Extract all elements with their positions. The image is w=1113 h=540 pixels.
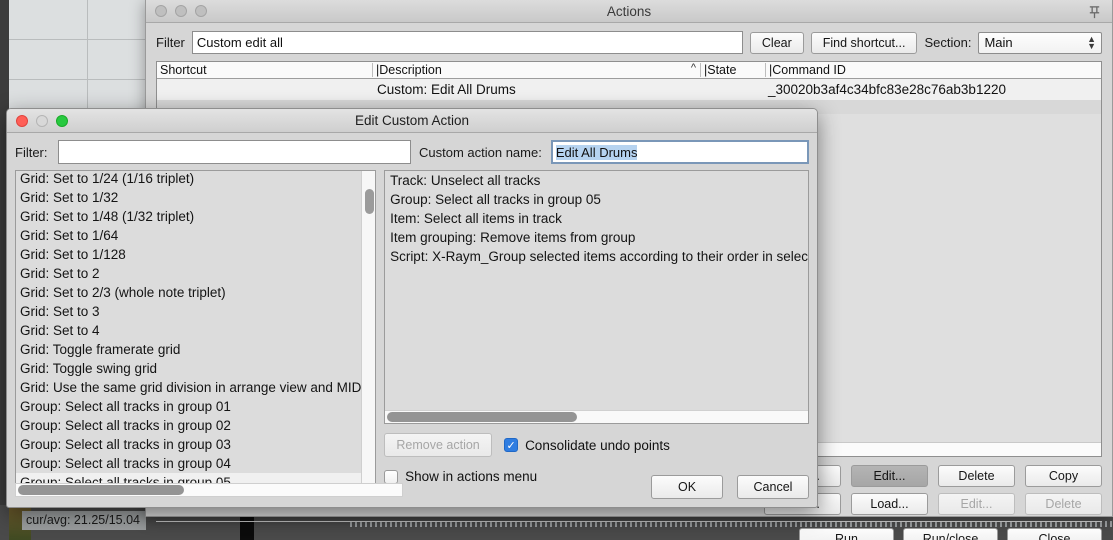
edit-controls-row-1: Remove action ✓ Consolidate undo points xyxy=(384,433,809,457)
list-item[interactable]: Grid: Set to 1/48 (1/32 triplet) xyxy=(16,207,361,226)
filter-input[interactable]: Custom edit all xyxy=(191,31,743,54)
list-item[interactable]: Grid: Set to 1/64 xyxy=(16,226,361,245)
available-actions-vscrollbar-thumb[interactable] xyxy=(365,189,375,214)
actions-window-titlebar[interactable]: Actions xyxy=(146,0,1112,23)
divider xyxy=(156,521,1102,522)
custom-action-steps-list[interactable]: Track: Unselect all tracks Group: Select … xyxy=(384,170,809,424)
list-item[interactable]: Item grouping: Remove items from group xyxy=(385,228,808,247)
actions-window-traffic-lights[interactable] xyxy=(146,5,207,17)
list-item[interactable]: Group: Select all tracks in group 04 xyxy=(16,454,361,473)
edit-custom-action-button[interactable]: Edit... xyxy=(851,465,928,487)
list-item[interactable]: Group: Select all tracks in group 05 xyxy=(385,190,808,209)
column-header-state[interactable]: |State xyxy=(700,63,765,77)
edit-custom-action-dialog[interactable]: Edit Custom Action Filter: Custom action… xyxy=(6,108,818,508)
cancel-button[interactable]: Cancel xyxy=(737,475,809,499)
edit-dialog-top-row: Filter: Custom action name: Edit All Dru… xyxy=(7,133,817,170)
zoom-button-icon[interactable] xyxy=(195,5,207,17)
minimize-button-icon[interactable] xyxy=(36,114,48,127)
edit-filter-input[interactable] xyxy=(57,140,411,164)
performance-meter-label: cur/avg: 21.25/15.04 xyxy=(22,511,146,530)
filter-label: Filter xyxy=(156,35,185,50)
custom-action-name-group: Custom action name: Edit All Drums xyxy=(419,140,809,164)
custom-action-name-label: Custom action name: xyxy=(419,144,542,160)
copy-custom-action-button[interactable]: Copy xyxy=(1025,465,1102,487)
cell-command-id: _30020b3af4c34bfc83e28c76ab3b1220 xyxy=(768,82,1006,97)
edit-dialog-title: Edit Custom Action xyxy=(354,113,470,128)
section-dropdown[interactable]: Main ▲ ▼ xyxy=(978,31,1102,54)
zoom-button-icon[interactable] xyxy=(56,114,68,127)
cell-description: Custom: Edit All Drums xyxy=(377,82,516,97)
available-actions-vscrollbar[interactable] xyxy=(361,171,376,483)
close-button[interactable]: Close xyxy=(1007,528,1102,540)
consolidate-undo-points-label: Consolidate undo points xyxy=(525,437,670,453)
edit-dialog-main: Grid: Set to 1/24 (1/16 triplet) Grid: Se… xyxy=(7,170,817,484)
available-actions-hscrollbar-thumb[interactable] xyxy=(18,485,184,495)
close-button-icon[interactable] xyxy=(155,5,167,17)
list-item[interactable]: Grid: Use the same grid division in arra… xyxy=(16,378,361,397)
list-item[interactable]: Grid: Set to 1/24 (1/16 triplet) xyxy=(16,171,361,188)
ok-button[interactable]: OK xyxy=(651,475,723,499)
edit-filter-label: Filter: xyxy=(15,144,48,160)
minimize-button-icon[interactable] xyxy=(175,5,187,17)
pin-icon[interactable] xyxy=(1084,2,1104,22)
show-in-actions-menu-label: Show in actions menu xyxy=(405,469,538,484)
list-item[interactable]: Grid: Set to 4 xyxy=(16,321,361,340)
list-item[interactable]: Grid: Set to 2/3 (whole note triplet) xyxy=(16,283,361,302)
custom-action-name-input[interactable]: Edit All Drums xyxy=(550,140,809,164)
list-item[interactable]: Track: Unselect all tracks xyxy=(385,171,808,190)
edit-dialog-traffic-lights[interactable] xyxy=(7,114,68,127)
list-item[interactable]: Grid: Set to 1/128 xyxy=(16,245,361,264)
consolidate-undo-points-checkbox[interactable]: ✓ Consolidate undo points xyxy=(504,438,670,453)
list-item[interactable]: Grid: Set to 1/32 xyxy=(16,188,361,207)
edit-dialog-titlebar[interactable]: Edit Custom Action xyxy=(7,109,817,133)
actions-table-header[interactable]: Shortcut |Description ^ |State |Command … xyxy=(157,62,1101,79)
list-item[interactable]: Script: X-Raym_Group selected items acco… xyxy=(385,247,808,266)
find-shortcut-button[interactable]: Find shortcut... xyxy=(810,31,918,54)
available-actions-list[interactable]: Grid: Set to 1/24 (1/16 triplet) Grid: Se… xyxy=(15,170,377,484)
available-actions-list-items[interactable]: Grid: Set to 1/24 (1/16 triplet) Grid: Se… xyxy=(16,171,362,483)
actions-filter-row: Filter Custom edit all Clear Find shortc… xyxy=(146,23,1112,61)
column-header-command-id[interactable]: |Command ID xyxy=(765,63,1101,77)
list-item[interactable]: Grid: Toggle swing grid xyxy=(16,359,361,378)
edit-dialog-right-column: Track: Unselect all tracks Group: Select … xyxy=(384,170,809,484)
section-label: Section: xyxy=(924,35,972,50)
list-item[interactable]: Grid: Toggle framerate grid xyxy=(16,340,361,359)
edit-dialog-action-buttons: OK Cancel xyxy=(651,475,809,499)
list-item[interactable]: Grid: Set to 2 xyxy=(16,264,361,283)
chevron-updown-icon: ▲ ▼ xyxy=(1087,33,1096,51)
custom-action-steps-items[interactable]: Track: Unselect all tracks Group: Select … xyxy=(385,171,808,266)
steps-hscrollbar-thumb[interactable] xyxy=(387,412,578,422)
list-item[interactable]: Group: Select all tracks in group 01 xyxy=(16,397,361,416)
list-item[interactable]: Group: Select all tracks in group 03 xyxy=(16,435,361,454)
column-header-shortcut[interactable]: Shortcut xyxy=(157,63,372,77)
close-button-icon[interactable] xyxy=(16,114,28,127)
list-item[interactable]: Group: Select all tracks in group 02 xyxy=(16,416,361,435)
run-button[interactable]: Run xyxy=(799,528,894,540)
load-script-button[interactable]: Load... xyxy=(851,493,928,515)
clear-button[interactable]: Clear xyxy=(749,31,804,54)
remove-action-button: Remove action xyxy=(384,433,493,457)
steps-hscrollbar[interactable] xyxy=(385,410,808,423)
delete-custom-action-button[interactable]: Delete xyxy=(938,465,1015,487)
column-header-description-label: |Description xyxy=(376,63,442,77)
column-header-description[interactable]: |Description ^ xyxy=(372,63,700,77)
delete-script-button: Delete xyxy=(1025,493,1102,515)
table-row[interactable]: Custom: Edit All Drums _30020b3af4c34bfc… xyxy=(157,79,1101,100)
actions-window-title: Actions xyxy=(606,3,652,19)
section-dropdown-value: Main xyxy=(984,34,1013,50)
sort-ascending-icon: ^ xyxy=(690,63,696,74)
list-item[interactable]: Grid: Set to 3 xyxy=(16,302,361,321)
edit-script-button: Edit... xyxy=(938,493,1015,515)
actions-run-row: Run Run/close Close xyxy=(146,528,1112,540)
run-close-button[interactable]: Run/close xyxy=(903,528,998,540)
checkbox-icon[interactable] xyxy=(384,469,399,484)
custom-action-name-value: Edit All Drums xyxy=(555,145,638,160)
available-actions-hscrollbar[interactable] xyxy=(15,483,403,497)
edit-dialog-filter-group: Filter: xyxy=(15,140,411,164)
checkbox-icon[interactable]: ✓ xyxy=(504,438,519,452)
list-item[interactable]: Item: Select all items in track xyxy=(385,209,808,228)
